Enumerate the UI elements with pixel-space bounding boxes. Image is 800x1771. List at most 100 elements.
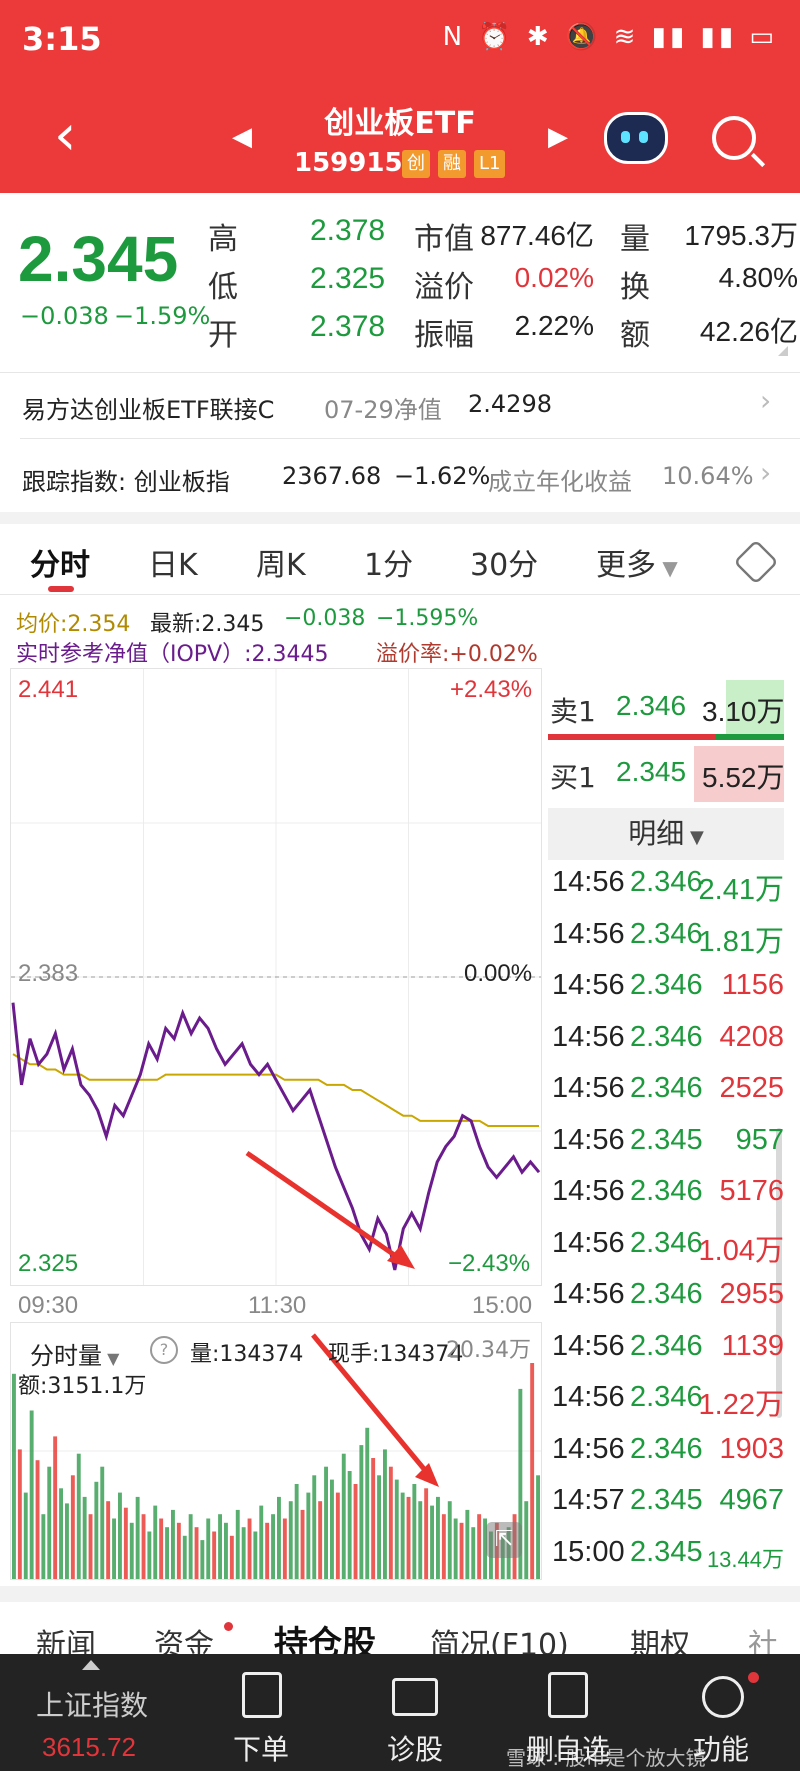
volume-current: 现手:134374 — [328, 1342, 464, 1367]
tick-price: 2.346 — [630, 1226, 703, 1259]
high-value: 2.378 — [310, 214, 386, 247]
volume-label: 量 — [620, 222, 650, 257]
volume-bar — [288, 1501, 293, 1579]
dropdown-icon: ▼ — [684, 827, 704, 848]
help-icon[interactable]: ? — [150, 1336, 178, 1364]
volume-bar — [424, 1488, 429, 1579]
fullscreen-icon[interactable]: ⇱ — [486, 1522, 522, 1558]
volume-bar — [76, 1453, 81, 1579]
tick-price: 2.345 — [630, 1123, 703, 1156]
y-max-label: 2.441 — [18, 676, 79, 703]
tick-volume: 957 — [735, 1123, 784, 1156]
y-min-label: 2.325 — [18, 1250, 79, 1277]
iopv: 实时参考净值（IOPV）:2.3445 — [16, 642, 329, 667]
intraday-chart[interactable] — [10, 668, 542, 1286]
amount-value: 42.26亿 — [699, 316, 798, 347]
volume-bar — [436, 1496, 440, 1579]
expand-up-icon[interactable] — [82, 1660, 100, 1670]
diagnose-icon[interactable] — [392, 1678, 438, 1716]
dropdown-icon: ▼ — [102, 1349, 120, 1368]
amount-label: 额 — [620, 318, 650, 353]
expand-corner-icon[interactable] — [778, 346, 788, 356]
tick-price: 2.346 — [630, 1072, 703, 1104]
annual-return-label: 成立年化收益 — [488, 468, 632, 496]
tab-more[interactable]: 更多 ▼ — [596, 540, 678, 584]
volume-bar — [200, 1540, 205, 1579]
tick-volume: 1.81万 — [698, 925, 784, 958]
tab-active-indicator — [48, 586, 74, 592]
volume-bar — [371, 1458, 376, 1579]
sell-1-label: 卖1 — [550, 695, 596, 728]
volume-bar — [165, 1527, 169, 1579]
order-button[interactable]: 下单 — [226, 1728, 296, 1768]
sell-1-row[interactable]: 卖1 2.346 3.10万 — [548, 680, 788, 736]
link-fund-row[interactable]: 易方达创业板ETF联接C 07-29净值 2.4298 › — [0, 374, 800, 434]
tag-chuang: 创 — [402, 150, 430, 178]
index-name[interactable]: 上证指数 — [36, 1684, 148, 1724]
volume-bar — [530, 1363, 535, 1579]
volume-bar — [35, 1460, 40, 1579]
tick-row: 14:56 2.346 2.41万 — [552, 866, 784, 916]
latest-price: 最新:2.345 — [150, 612, 265, 637]
tick-time: 14:56 — [552, 1123, 625, 1156]
annotation-arrowhead-2 — [415, 1463, 439, 1487]
volume-bar — [17, 1449, 22, 1579]
remove-watchlist-icon[interactable] — [548, 1672, 588, 1718]
volume-bar — [524, 1501, 529, 1579]
volume-bar — [465, 1509, 470, 1579]
tracking-index-row[interactable]: 跟踪指数: 创业板指 2367.68 −1.62% 成立年化收益 10.64% … — [0, 448, 800, 508]
tab-30min[interactable]: 30分 — [470, 540, 538, 584]
tick-price: 2.346 — [630, 969, 703, 1001]
buy-1-price: 2.345 — [616, 756, 687, 787]
buy-1-row[interactable]: 买1 2.345 5.52万 — [548, 746, 788, 802]
buy-1-vol: 5.52万 — [702, 762, 785, 793]
detail-label: 明细 — [628, 817, 685, 850]
x-noon-label: 11:30 — [248, 1292, 307, 1319]
volume-type-select[interactable]: 分时量 ▼ — [30, 1336, 119, 1371]
tab-more-label: 更多 — [596, 548, 656, 583]
tick-price: 2.346 — [630, 1432, 703, 1465]
latest-change-pct: −1.595% — [376, 606, 479, 631]
y-mid-pct-label: 0.00% — [464, 960, 533, 987]
volume-bar — [453, 1518, 458, 1579]
tab-weekly-k[interactable]: 周K — [256, 540, 306, 584]
volume-bar — [318, 1501, 323, 1579]
tick-volume: 4967 — [719, 1484, 784, 1516]
tick-row: 14:56 2.346 5176 — [552, 1175, 784, 1225]
search-icon[interactable] — [712, 116, 756, 160]
sell-1-vol: 3.10万 — [702, 696, 785, 727]
tab-intraday[interactable]: 分时 — [30, 540, 90, 584]
open-value: 2.378 — [310, 310, 386, 343]
diagnose-button[interactable]: 诊股 — [380, 1728, 450, 1768]
order-icon[interactable] — [242, 1672, 282, 1718]
x-open-label: 09:30 — [18, 1292, 79, 1319]
tab-daily-k[interactable]: 日K — [148, 540, 198, 584]
volume-bar — [147, 1531, 152, 1579]
volume-bar — [377, 1475, 381, 1579]
tick-volume: 1.22万 — [698, 1389, 784, 1421]
volume-type-label: 分时量 — [30, 1342, 102, 1370]
detail-dropdown[interactable]: 明细 ▼ — [548, 808, 784, 860]
robot-assistant-icon[interactable] — [604, 112, 668, 164]
amplitude-value: 2.22% — [514, 310, 594, 341]
settings-hex-icon[interactable] — [733, 539, 779, 585]
y-max-pct-label: +2.43% — [450, 676, 533, 703]
price-change: −0.038 — [20, 302, 109, 330]
volume-bar — [65, 1503, 69, 1579]
volume-bar — [118, 1492, 122, 1579]
functions-icon[interactable] — [702, 1676, 744, 1718]
volume-bar — [394, 1479, 399, 1579]
status-time: 3:15 — [22, 20, 102, 58]
section-gap — [0, 512, 800, 524]
volume-bar — [23, 1492, 28, 1579]
volume-bar — [241, 1527, 246, 1579]
tab-1min[interactable]: 1分 — [364, 540, 413, 584]
divider — [0, 372, 800, 373]
tick-row: 14:56 2.346 1139 — [552, 1330, 784, 1380]
tick-time: 14:56 — [552, 1381, 625, 1413]
volume-qty: 量:134374 — [190, 1342, 304, 1367]
tick-volume: 1903 — [719, 1432, 784, 1465]
volume-bar — [277, 1496, 281, 1579]
volume-bar — [224, 1522, 228, 1579]
low-label: 低 — [208, 270, 238, 305]
